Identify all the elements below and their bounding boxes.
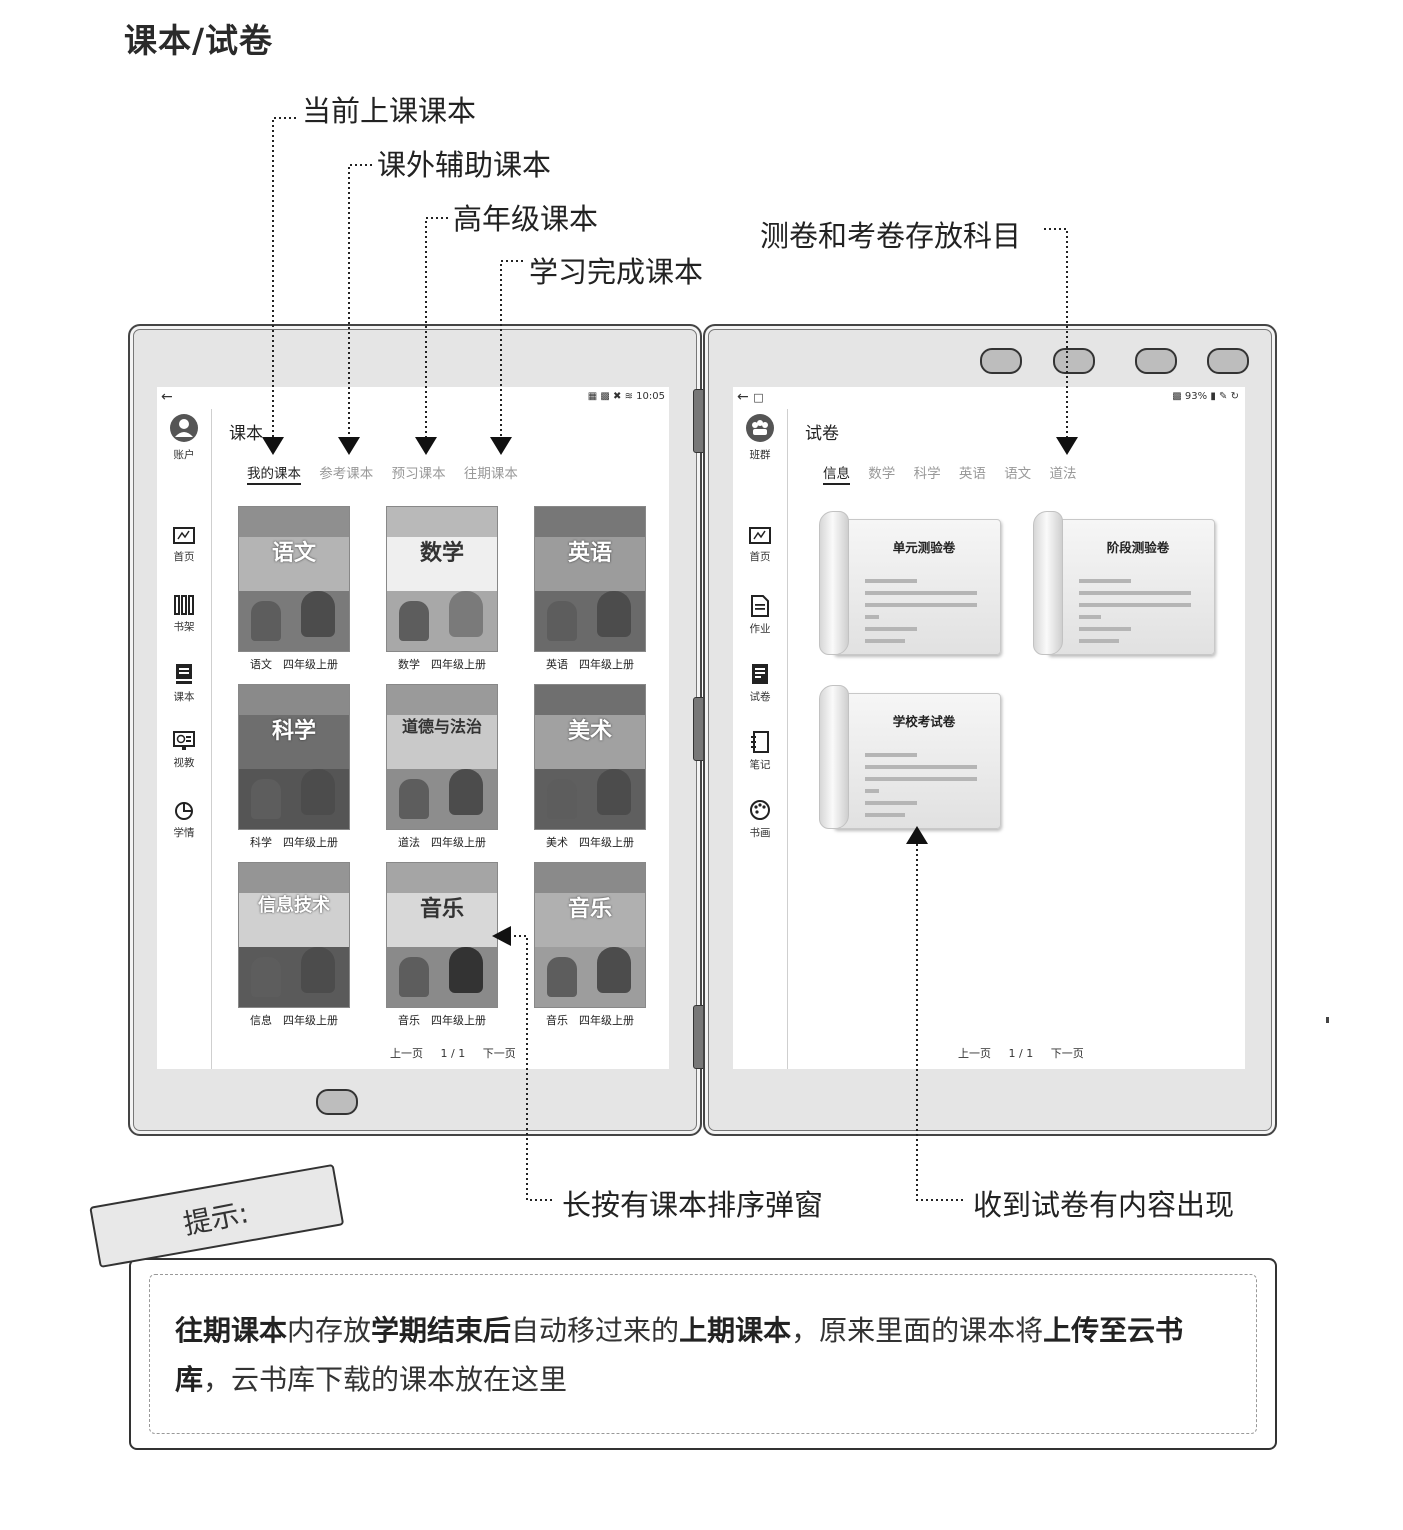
hint-text: 往期课本内存放学期结束后自动移过来的上期课本，原来里面的课本将上传至云书库，云书… (175, 1314, 1184, 1396)
